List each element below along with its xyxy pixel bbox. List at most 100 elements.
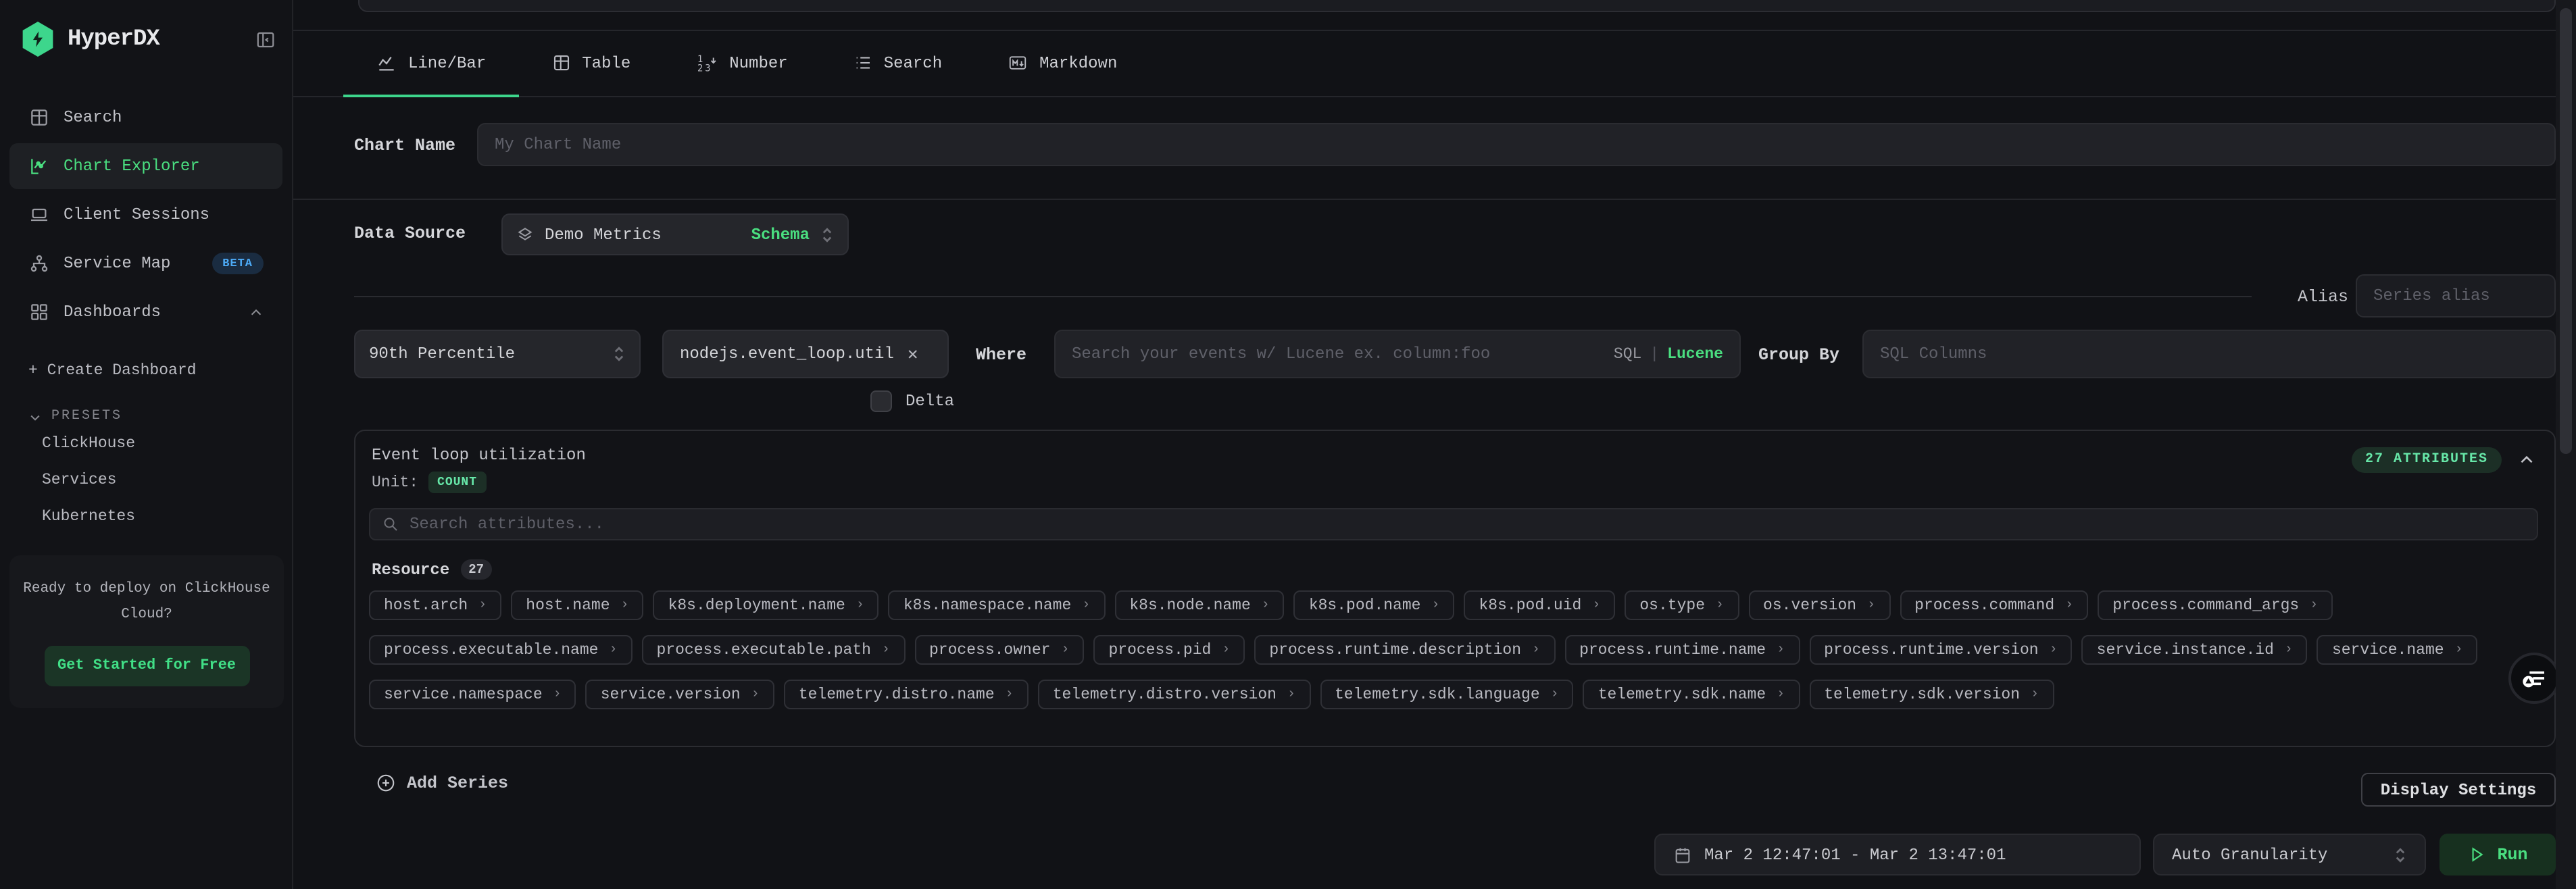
attribute-chip[interactable]: telemetry.distro.name›: [784, 680, 1029, 709]
grid-icon: [28, 107, 50, 128]
preset-item-services[interactable]: Services: [0, 461, 292, 497]
presets-header[interactable]: PRESETS: [0, 380, 292, 424]
sidebar-item-search[interactable]: Search: [9, 95, 282, 141]
attribute-chip[interactable]: process.runtime.name›: [1564, 635, 1800, 665]
get-started-button[interactable]: Get Started for Free: [44, 646, 249, 686]
schema-link[interactable]: Schema: [751, 225, 810, 244]
attribute-chip[interactable]: telemetry.sdk.name ›: [1583, 680, 1800, 709]
attribute-chip-label: service.instance.id: [2097, 641, 2274, 659]
attributes-badge-row: 27 ATTRIBUTES: [2352, 447, 2535, 473]
tab-markdown[interactable]: Markdown: [974, 31, 1149, 97]
chart-feedback-fab[interactable]: [2508, 653, 2560, 704]
sidebar-collapse-icon[interactable]: [255, 29, 276, 49]
remove-metric-icon[interactable]: ✕: [908, 344, 918, 364]
sidebar-item-client-sessions[interactable]: Client Sessions: [9, 192, 282, 238]
unit-row: Unit: COUNT: [372, 472, 487, 493]
attribute-chip[interactable]: os.type›: [1625, 590, 1739, 620]
toggle-separator: |: [1650, 345, 1659, 363]
attribute-chip[interactable]: process.command›: [1900, 590, 2088, 620]
attribute-chip[interactable]: process.command_args ›: [2098, 590, 2333, 620]
tab-table[interactable]: Table: [518, 31, 663, 97]
date-range-value: Mar 2 12:47:01 - Mar 2 13:47:01: [1704, 845, 2006, 864]
attribute-chip[interactable]: service.name›: [2317, 635, 2478, 665]
query-language-toggle: SQL | Lucene: [1614, 345, 1723, 363]
attribute-search-input[interactable]: Search attributes...: [369, 508, 2538, 540]
tab-search[interactable]: Search: [820, 31, 974, 97]
chevron-right-icon: ›: [1061, 642, 1069, 657]
attribute-chip-label: telemetry.sdk.name: [1598, 686, 1766, 703]
app-title: HyperDX: [68, 26, 243, 52]
attribute-chip[interactable]: service.instance.id›: [2082, 635, 2308, 665]
attribute-chip[interactable]: service.namespace›: [369, 680, 576, 709]
attribute-chip[interactable]: process.pid›: [1093, 635, 1245, 665]
attribute-chip[interactable]: process.runtime.version›: [1809, 635, 2073, 665]
selector-chevrons-icon: [2394, 845, 2407, 864]
group-count-badge: 27: [460, 559, 492, 580]
attribute-chip-label: telemetry.sdk.version: [1824, 686, 2020, 703]
attribute-chip-row: process.executable.name› process.executab…: [369, 635, 2473, 665]
aggregation-select[interactable]: 90th Percentile: [354, 330, 641, 378]
attribute-chip[interactable]: process.owner›: [914, 635, 1084, 665]
attribute-chip[interactable]: process.executable.name›: [369, 635, 633, 665]
where-input[interactable]: Search your events w/ Lucene ex. column:…: [1054, 330, 1741, 378]
chevron-up-icon[interactable]: [2518, 451, 2535, 469]
sidebar-nav: SearchChart ExplorerClient SessionsServi…: [0, 95, 292, 335]
run-button[interactable]: Run: [2439, 834, 2556, 875]
attribute-chip[interactable]: k8s.namespace.name ›: [889, 590, 1106, 620]
attribute-chip[interactable]: k8s.deployment.name›: [653, 590, 879, 620]
attribute-chip-label: service.namespace: [384, 686, 543, 703]
chart-type-tabs: Line/BarTable123NumberSearchMarkdown: [293, 31, 2556, 97]
attribute-chip[interactable]: process.runtime.description›: [1254, 635, 1555, 665]
create-dashboard-button[interactable]: + Create Dashboard: [0, 338, 292, 380]
attribute-chip[interactable]: os.version›: [1748, 590, 1890, 620]
attribute-chip-label: k8s.pod.uid: [1479, 596, 1582, 614]
group-by-input[interactable]: SQL Columns: [1862, 330, 2556, 378]
tab-line-bar[interactable]: Line/Bar: [343, 31, 518, 97]
attribute-chip-label: process.command_args: [2112, 596, 2299, 614]
attribute-chip[interactable]: service.version›: [586, 680, 774, 709]
sidebar-item-service-map[interactable]: Service MapBETA: [9, 240, 282, 286]
scrollbar[interactable]: [2556, 0, 2576, 889]
preset-item-kubernetes[interactable]: Kubernetes: [0, 497, 292, 534]
chevron-right-icon: ›: [2455, 642, 2463, 657]
lucene-toggle[interactable]: Lucene: [1667, 345, 1723, 363]
date-range-picker[interactable]: Mar 2 12:47:01 - Mar 2 13:47:01: [1654, 834, 2141, 875]
scrollbar-thumb[interactable]: [2560, 8, 2572, 454]
chevron-right-icon: ›: [1777, 642, 1785, 657]
sql-toggle[interactable]: SQL: [1614, 345, 1641, 363]
granularity-select[interactable]: Auto Granularity: [2153, 834, 2426, 875]
sidebar-item-dashboards[interactable]: Dashboards: [9, 289, 282, 335]
attribute-chip[interactable]: k8s.node.name›: [1114, 590, 1284, 620]
chevron-right-icon: ›: [1082, 598, 1090, 613]
add-series-label: Add Series: [407, 773, 508, 792]
add-series-button[interactable]: Add Series: [376, 773, 508, 793]
attribute-chip[interactable]: telemetry.sdk.language›: [1320, 680, 1574, 709]
tab-number[interactable]: 123Number: [663, 31, 820, 97]
attribute-chip-label: k8s.namespace.name: [903, 596, 1071, 614]
main-content: Line/BarTable123NumberSearchMarkdown Cha…: [293, 0, 2556, 889]
unit-value-badge: COUNT: [428, 472, 487, 493]
data-source-select[interactable]: Demo Metrics Schema: [501, 213, 849, 255]
attribute-chip[interactable]: telemetry.distro.version›: [1038, 680, 1310, 709]
attribute-chip-label: os.type: [1639, 596, 1705, 614]
attribute-chip[interactable]: k8s.pod.uid›: [1464, 590, 1616, 620]
sidebar-item-chart-explorer[interactable]: Chart Explorer: [9, 143, 282, 189]
attribute-chip[interactable]: host.name›: [511, 590, 643, 620]
chevron-right-icon: ›: [2310, 598, 2318, 613]
preset-item-clickhouse[interactable]: ClickHouse: [0, 424, 292, 461]
chevron-right-icon: ›: [478, 598, 487, 613]
metric-tag[interactable]: nodejs.event_loop.util ✕: [662, 330, 949, 378]
attribute-chip[interactable]: host.arch›: [369, 590, 501, 620]
alias-input[interactable]: Series alias: [2356, 274, 2556, 318]
attribute-chip-row: host.arch› host.name› k8s.deployment.name›…: [369, 590, 2473, 620]
attribute-chip[interactable]: telemetry.sdk.version›: [1809, 680, 2054, 709]
display-settings-button[interactable]: Display Settings: [2361, 773, 2556, 807]
data-source-label: Data Source: [354, 224, 466, 243]
attribute-chip[interactable]: process.executable.path›: [642, 635, 906, 665]
chevron-right-icon: ›: [1777, 687, 1785, 702]
chevron-right-icon: ›: [2065, 598, 2073, 613]
chart-name-input[interactable]: My Chart Name: [477, 123, 2556, 166]
delta-checkbox[interactable]: [870, 390, 892, 412]
chevron-right-icon: ›: [1551, 687, 1559, 702]
attribute-chip[interactable]: k8s.pod.name›: [1294, 590, 1455, 620]
